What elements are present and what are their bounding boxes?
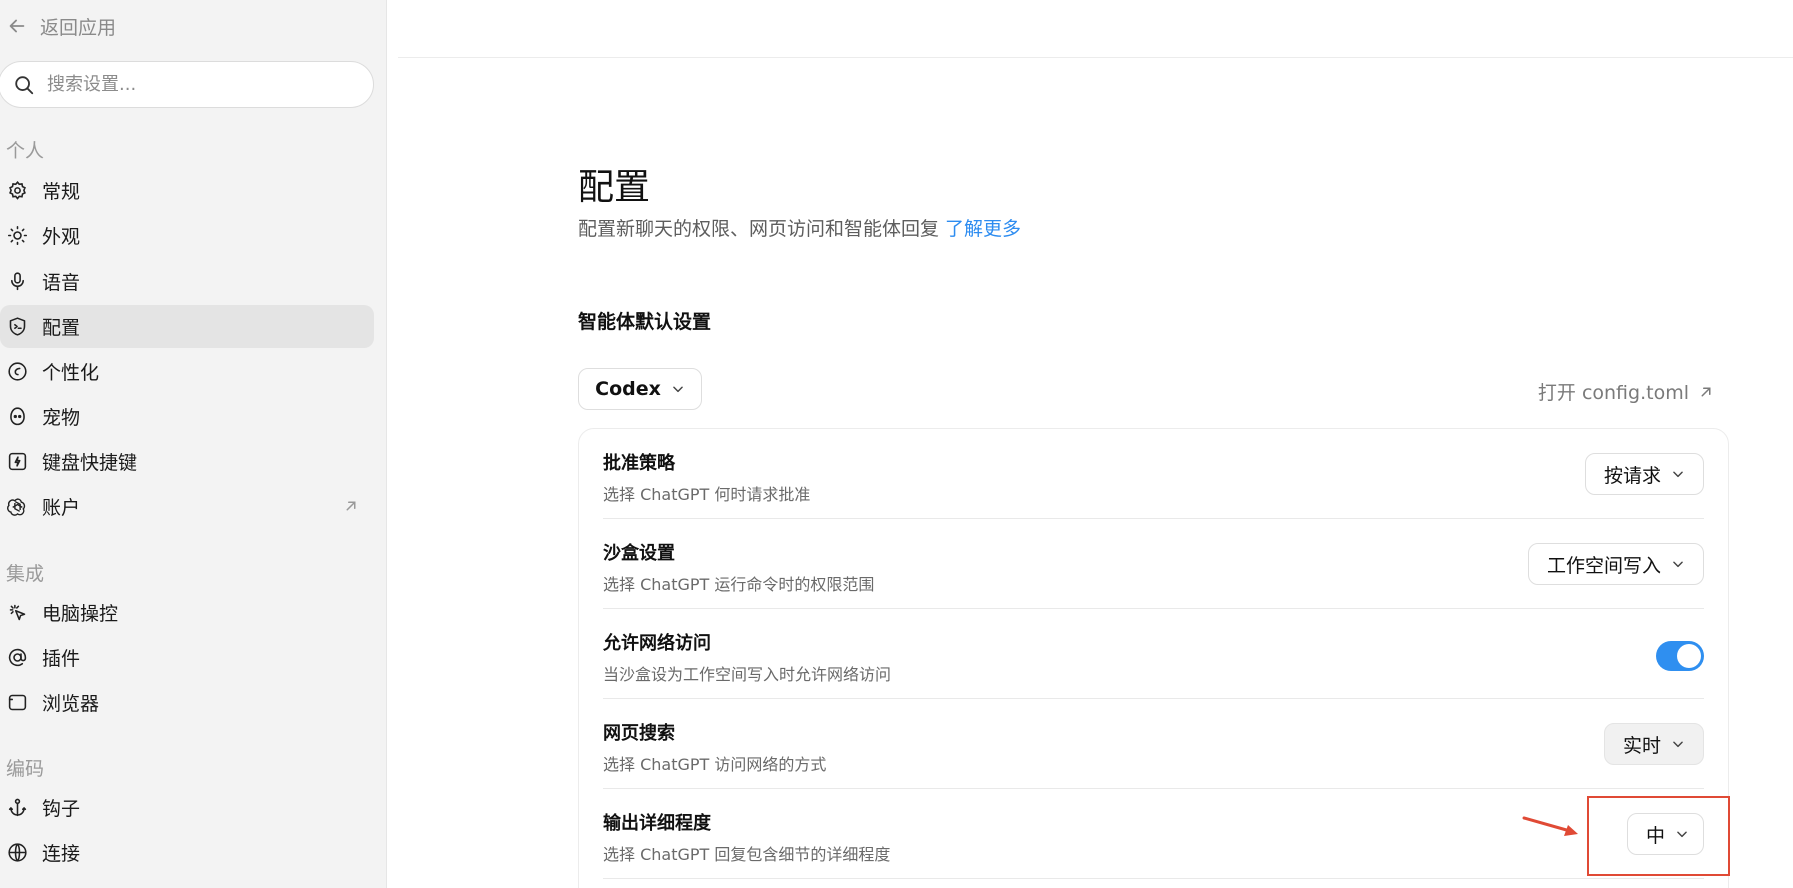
approval-policy-dropdown[interactable]: 按请求 — [1584, 453, 1704, 495]
keyboard-icon — [8, 452, 27, 471]
search-icon — [15, 75, 34, 94]
agent-select-value: Codex — [595, 378, 661, 400]
sidebar-item-account[interactable]: 账户 — [0, 485, 374, 528]
dropdown-value: 按请求 — [1603, 464, 1661, 487]
sidebar: 返回应用 个人 常规 外观 语音 配置 个性化 宠物 — [0, 0, 387, 888]
subtitle-text: 配置新聊天的权限、网页访问和智能体回复 — [578, 218, 940, 240]
row-description: 当沙盒设为工作空间写入时允许网络访问 — [603, 665, 892, 684]
openai-icon — [7, 498, 26, 516]
sidebar-item-label: 账户 — [42, 497, 81, 519]
external-link-icon — [346, 501, 356, 511]
sidebar-item-label: 插件 — [42, 648, 81, 670]
gear-icon — [9, 180, 26, 200]
anchor-icon — [8, 798, 27, 817]
sidebar-item-hooks[interactable]: 钩子 — [0, 786, 374, 829]
row-web-search: 网页搜索 选择 ChatGPT 访问网络的方式 实时 — [603, 699, 1704, 789]
chevron-down-icon — [1673, 561, 1683, 568]
pet-icon — [10, 407, 25, 426]
annotation-highlight-box — [1587, 796, 1730, 876]
sidebar-item-label: 电脑操控 — [42, 603, 119, 625]
sidebar-item-pet[interactable]: 宠物 — [0, 395, 374, 438]
sidebar-item-voice[interactable]: 语音 — [0, 260, 374, 303]
sidebar-item-label: 键盘快捷键 — [42, 452, 138, 474]
chevron-down-icon — [673, 386, 683, 393]
back-label: 返回应用 — [40, 16, 117, 39]
sidebar-item-label: 浏览器 — [42, 693, 100, 715]
search-box[interactable] — [0, 61, 374, 108]
row-label: 输出详细程度 — [603, 813, 711, 834]
arrow-left-icon — [9, 19, 25, 33]
sidebar-item-label: 配置 — [42, 317, 81, 339]
sidebar-item-label: 常规 — [42, 181, 81, 203]
sidebar-item-connections[interactable]: 连接 — [0, 831, 374, 874]
row-network-access: 允许网络访问 当沙盒设为工作空间写入时允许网络访问 — [603, 609, 1704, 699]
sidebar-item-personalization[interactable]: 个性化 — [0, 350, 374, 393]
page-title: 配置 — [578, 167, 651, 208]
sidebar-item-appearance[interactable]: 外观 — [0, 214, 374, 257]
sandbox-dropdown[interactable]: 工作空间写入 — [1527, 543, 1704, 585]
row-sandbox-settings: 沙盒设置 选择 ChatGPT 运行命令时的权限范围 工作空间写入 — [603, 519, 1704, 609]
row-description: 选择 ChatGPT 运行命令时的权限范围 — [603, 575, 875, 594]
row-label: 允许网络访问 — [603, 633, 711, 654]
learn-more-link[interactable]: 了解更多 — [945, 218, 1021, 240]
chevron-down-icon — [1673, 471, 1683, 478]
search-input[interactable] — [47, 74, 347, 95]
sidebar-item-browser[interactable]: 浏览器 — [0, 681, 374, 724]
row-label: 网页搜索 — [603, 723, 675, 744]
row-approval-policy: 批准策略 选择 ChatGPT 何时请求批准 按请求 — [603, 429, 1704, 519]
back-to-app-button[interactable]: 返回应用 — [6, 12, 116, 40]
sidebar-item-configuration[interactable]: 配置 — [0, 305, 374, 348]
open-config-label: 打开 config.toml — [1537, 382, 1689, 404]
open-config-link[interactable]: 打开 config.toml — [1538, 378, 1715, 405]
annotation-arrow-icon — [1522, 816, 1578, 836]
at-icon — [8, 648, 27, 667]
globe-icon — [8, 843, 27, 862]
settings-window: 返回应用 个人 常规 外观 语音 配置 个性化 宠物 — [0, 0, 1793, 888]
section-personal: 个人 — [6, 140, 45, 162]
toggle-knob — [1677, 644, 1701, 668]
row-label: 沙盒设置 — [603, 543, 675, 564]
section-coding: 编码 — [6, 758, 45, 780]
network-access-toggle[interactable] — [1656, 641, 1704, 671]
dropdown-value: 工作空间写入 — [1546, 554, 1661, 577]
sun-icon — [7, 225, 28, 246]
sidebar-item-label: 个性化 — [42, 362, 100, 384]
shield-terminal-icon — [9, 317, 26, 336]
sidebar-item-label: 钩子 — [42, 798, 81, 820]
row-description: 选择 ChatGPT 何时请求批准 — [603, 485, 811, 504]
sidebar-item-computer-use[interactable]: 电脑操控 — [0, 591, 374, 634]
page-subtitle: 配置新聊天的权限、网页访问和智能体回复 了解更多 — [578, 214, 1021, 241]
row-description: 选择 ChatGPT 回复包含细节的详细程度 — [603, 845, 891, 864]
section-integration: 集成 — [6, 563, 45, 585]
dropdown-value: 实时 — [1622, 734, 1661, 757]
sidebar-item-label: 语音 — [42, 272, 81, 294]
chevron-down-icon — [1673, 741, 1683, 748]
row-label: 批准策略 — [603, 453, 675, 474]
external-link-icon — [1701, 387, 1711, 396]
agent-select[interactable]: Codex — [578, 368, 702, 410]
sidebar-item-label: 连接 — [42, 843, 81, 865]
sidebar-item-general[interactable]: 常规 — [0, 169, 374, 212]
row-description: 选择 ChatGPT 访问网络的方式 — [603, 755, 827, 774]
sidebar-item-plugins[interactable]: 插件 — [0, 636, 374, 679]
browser-icon — [8, 694, 27, 711]
sidebar-item-label: 宠物 — [42, 407, 81, 429]
section-title: 智能体默认设置 — [578, 311, 712, 333]
microphone-icon — [11, 272, 24, 291]
personalization-icon — [8, 362, 27, 381]
top-bar — [398, 0, 1793, 58]
sidebar-item-keyboard-shortcuts[interactable]: 键盘快捷键 — [0, 440, 374, 483]
web-search-dropdown[interactable]: 实时 — [1603, 723, 1704, 765]
cursor-click-icon — [9, 604, 26, 621]
sidebar-item-label: 外观 — [42, 226, 81, 248]
